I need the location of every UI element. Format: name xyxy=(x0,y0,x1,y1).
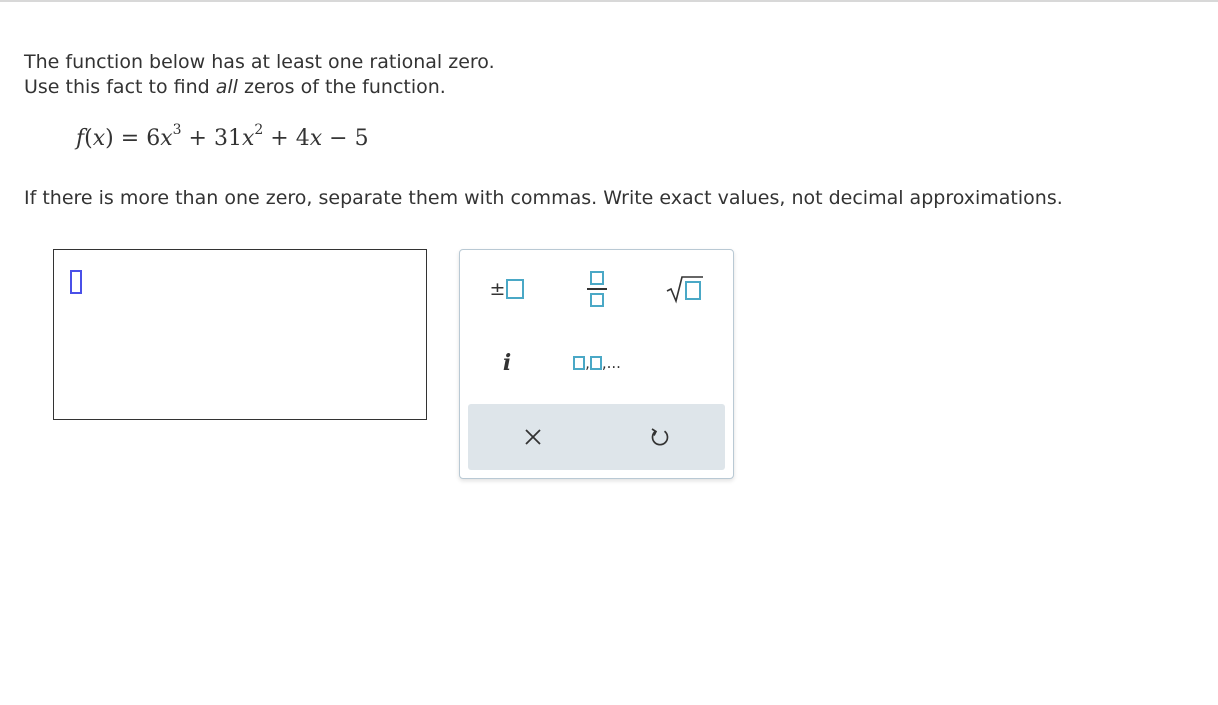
eq-coef-3: 4 xyxy=(295,126,310,151)
question-prompt: The function below has at least one rati… xyxy=(24,50,495,100)
prompt-emphasis: all xyxy=(215,76,238,98)
undo-icon xyxy=(651,428,669,446)
eq-f: f xyxy=(76,126,85,151)
close-icon xyxy=(525,429,541,445)
eq-var-1: x xyxy=(160,126,173,151)
eq-exp-1: 3 xyxy=(172,122,182,138)
eq-op-1: + xyxy=(181,126,214,151)
palette-action-bar xyxy=(468,404,725,470)
eq-const: 5 xyxy=(354,126,369,151)
eq-paren-close: ) xyxy=(105,126,114,151)
fraction-button[interactable] xyxy=(562,264,632,314)
eq-coef-1: 6 xyxy=(146,126,161,151)
square-root-icon xyxy=(666,276,703,304)
prompt-line-2-start: Use this fact to find xyxy=(24,76,216,98)
plus-minus-icon: ± xyxy=(489,278,506,300)
square-root-button[interactable] xyxy=(650,264,720,314)
eq-op-3: − xyxy=(322,126,355,151)
list-box-2-icon xyxy=(589,356,602,370)
list-entry-button[interactable]: , ,... xyxy=(562,338,632,388)
denominator-box-icon xyxy=(590,293,604,307)
answer-input-box[interactable] xyxy=(53,249,427,420)
plus-minus-button[interactable]: ± xyxy=(472,264,542,314)
eq-var-2: x xyxy=(241,126,255,151)
clear-button[interactable] xyxy=(483,404,583,470)
list-box-1-icon xyxy=(573,356,586,370)
imaginary-unit-button[interactable]: i xyxy=(472,338,542,388)
fraction-bar-icon xyxy=(587,288,607,290)
eq-exp-2: 2 xyxy=(254,122,264,138)
function-equation: f(x) = 6x3 + 31x2 + 4x − 5 xyxy=(76,123,369,151)
imaginary-unit-icon: i xyxy=(502,350,512,376)
math-palette: ± i , ,... xyxy=(459,249,734,479)
top-divider xyxy=(0,0,1218,2)
eq-equals: = xyxy=(113,126,147,151)
template-box-icon xyxy=(506,279,525,299)
numerator-box-icon xyxy=(590,271,604,285)
fraction-icon xyxy=(587,271,607,307)
eq-op-2: + xyxy=(263,126,296,151)
input-cursor-placeholder xyxy=(70,270,82,294)
eq-var: x xyxy=(92,126,106,151)
answer-instructions: If there is more than one zero, separate… xyxy=(24,187,1063,209)
list-ellipsis: ,... xyxy=(601,354,621,372)
prompt-line-1: The function below has at least one rati… xyxy=(24,51,495,73)
eq-paren-open: ( xyxy=(84,126,93,151)
prompt-line-2: Use this fact to find all zeros of the f… xyxy=(24,75,495,100)
undo-button[interactable] xyxy=(610,404,710,470)
prompt-line-2-end: zeros of the function. xyxy=(237,76,446,98)
eq-var-3: x xyxy=(309,126,323,151)
eq-coef-2: 31 xyxy=(213,126,242,151)
